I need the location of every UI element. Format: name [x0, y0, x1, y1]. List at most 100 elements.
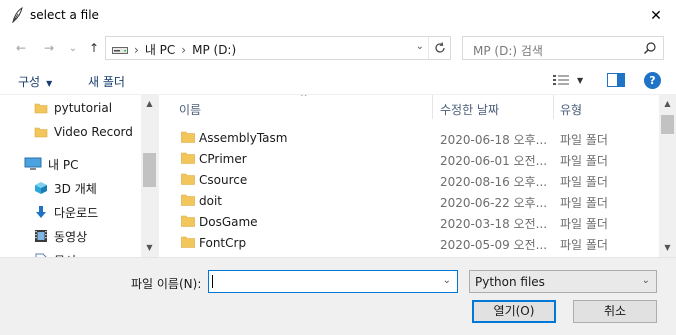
sidebar-item-label: 내 PC	[48, 157, 79, 172]
folder-icon	[181, 173, 195, 185]
file-name: FontCrp	[199, 236, 247, 250]
table-row[interactable]: CPrimer 2020-06-01 오전... 파일 폴더	[159, 149, 659, 170]
folder-icon	[181, 215, 195, 227]
breadcrumb-separator: ›	[181, 42, 187, 57]
column-header-date-modified[interactable]: 수정한 날짜	[440, 95, 550, 119]
sidebar-item-label: Video Record	[54, 125, 133, 139]
cube-icon	[35, 182, 47, 194]
file-list: ^ 이름 수정한 날짜 유형 AssemblyTasm 2020-06-18 오…	[158, 95, 676, 257]
sidebar-item-label: 동영상	[54, 229, 88, 244]
sidebar-item-pytutorial[interactable]: pytutorial	[34, 97, 112, 119]
navigation-pane-scrollbar[interactable]: ▲ ▼	[141, 95, 158, 257]
column-separator[interactable]	[432, 95, 433, 119]
drive-icon	[112, 46, 128, 54]
file-name: CPrimer	[199, 152, 247, 166]
file-name: AssemblyTasm	[199, 131, 288, 145]
recent-locations-button[interactable]: ⌄	[64, 39, 82, 57]
preview-pane-icon[interactable]	[607, 72, 625, 88]
sidebar-item-downloads[interactable]: 다운로드	[34, 201, 98, 223]
window-title: select a file	[30, 8, 99, 22]
file-type: 파일 폴더	[560, 175, 608, 189]
folder-icon	[34, 103, 48, 114]
folder-icon	[181, 236, 195, 248]
details-view-icon	[553, 75, 569, 85]
back-arrow-icon: ←	[15, 41, 27, 55]
scroll-down-icon[interactable]: ▼	[662, 243, 673, 253]
back-button[interactable]: ←	[12, 39, 30, 57]
new-folder-button[interactable]: 새 폴더	[88, 73, 125, 90]
up-arrow-icon: ↑	[88, 41, 100, 55]
file-type: 파일 폴더	[560, 217, 608, 231]
sidebar-item-video-record[interactable]: Video Record	[34, 121, 133, 143]
folder-icon	[181, 152, 195, 164]
open-button[interactable]: 열기(O)	[472, 300, 556, 323]
sidebar-item-3d-objects[interactable]: 3D 개체	[34, 177, 97, 199]
filename-input[interactable]: ⌄	[208, 270, 458, 293]
address-dropdown-icon[interactable]: ⌄	[416, 41, 424, 52]
scroll-up-icon[interactable]: ▲	[144, 99, 155, 109]
organize-button[interactable]: 구성 ▼	[18, 73, 52, 90]
sidebar-item-this-pc[interactable]: 내 PC	[24, 153, 78, 175]
scroll-down-icon[interactable]: ▼	[144, 243, 155, 253]
file-type: 파일 폴더	[560, 238, 608, 252]
dialog-footer: 파일 이름(N): ⌄ Python files ⌄ 열기(O) 취소	[0, 257, 676, 335]
sidebar-item-documents[interactable]: 문서	[34, 249, 76, 257]
search-input[interactable]: MP (D:) 검색	[462, 36, 664, 60]
folder-icon	[181, 131, 195, 143]
scrollbar-thumb[interactable]	[143, 153, 156, 187]
search-placeholder: MP (D:) 검색	[473, 44, 543, 58]
refresh-button[interactable]	[428, 37, 450, 59]
file-list-scrollbar[interactable]: ▲ ▼	[659, 95, 676, 257]
scroll-up-icon[interactable]: ▲	[662, 99, 673, 109]
forward-button[interactable]: →	[40, 39, 58, 57]
command-toolbar: 구성 ▼ 새 폴더 ▼ ?	[0, 65, 676, 95]
chevron-down-icon: ⌄	[68, 42, 78, 54]
file-date: 2020-06-18 오후...	[440, 133, 548, 147]
address-bar[interactable]: › 내 PC › MP (D:) ⌄	[105, 36, 451, 60]
table-row[interactable]: Csource 2020-08-16 오후... 파일 폴더	[159, 170, 659, 191]
navigation-pane: pytutorial Video Record 내 PC 3D 개체 다운로드	[0, 95, 158, 257]
chevron-down-icon[interactable]: ⌄	[443, 275, 451, 286]
table-row[interactable]: FontCrp 2020-05-09 오전... 파일 폴더	[159, 233, 659, 254]
file-type: 파일 폴더	[560, 154, 608, 168]
up-button[interactable]: ↑	[85, 39, 103, 57]
change-view-button[interactable]: ▼	[553, 72, 589, 88]
sidebar-item-videos[interactable]: 동영상	[34, 225, 87, 247]
forward-arrow-icon: →	[43, 41, 55, 55]
sidebar-item-label: 3D 개체	[54, 181, 97, 196]
column-separator[interactable]	[553, 95, 554, 119]
file-type-selected: Python files	[475, 275, 545, 289]
film-icon	[35, 230, 47, 242]
title-bar: select a file ✕	[0, 0, 676, 31]
cancel-button[interactable]: 취소	[573, 300, 657, 323]
file-date: 2020-08-16 오후...	[440, 175, 548, 189]
chevron-down-icon: ⌄	[641, 275, 650, 286]
sidebar-item-label: 다운로드	[54, 205, 99, 220]
file-type-select[interactable]: Python files ⌄	[469, 270, 657, 293]
table-row[interactable]: AssemblyTasm 2020-06-18 오후... 파일 폴더	[159, 128, 659, 149]
file-name: Csource	[199, 173, 248, 187]
folder-icon	[34, 127, 48, 138]
pc-icon	[24, 157, 42, 170]
filename-label: 파일 이름(N):	[131, 277, 202, 291]
close-icon: ✕	[650, 7, 662, 24]
table-row[interactable]: DosGame 2020-03-18 오전... 파일 폴더	[159, 212, 659, 233]
breadcrumb-this-pc[interactable]: 내 PC	[145, 41, 175, 58]
file-type: 파일 폴더	[560, 133, 608, 147]
table-row[interactable]: doit 2020-06-22 오후... 파일 폴더	[159, 191, 659, 212]
caret-down-icon: ▼	[577, 75, 584, 85]
column-header-type[interactable]: 유형	[560, 95, 660, 119]
breadcrumb-separator: ›	[134, 42, 139, 57]
file-name: DosGame	[199, 215, 258, 229]
file-date: 2020-05-09 오전...	[440, 238, 548, 252]
caret-down-icon: ▼	[46, 79, 53, 88]
help-button[interactable]: ?	[644, 72, 661, 89]
column-header-name[interactable]: 이름	[179, 95, 429, 119]
close-button[interactable]: ✕	[636, 0, 676, 31]
breadcrumb-drive[interactable]: MP (D:)	[192, 43, 236, 57]
organize-label: 구성	[18, 75, 41, 89]
refresh-icon	[434, 42, 445, 53]
sidebar-item-label: pytutorial	[54, 101, 113, 115]
scrollbar-thumb[interactable]	[661, 115, 674, 134]
file-date: 2020-06-01 오전...	[440, 154, 548, 168]
